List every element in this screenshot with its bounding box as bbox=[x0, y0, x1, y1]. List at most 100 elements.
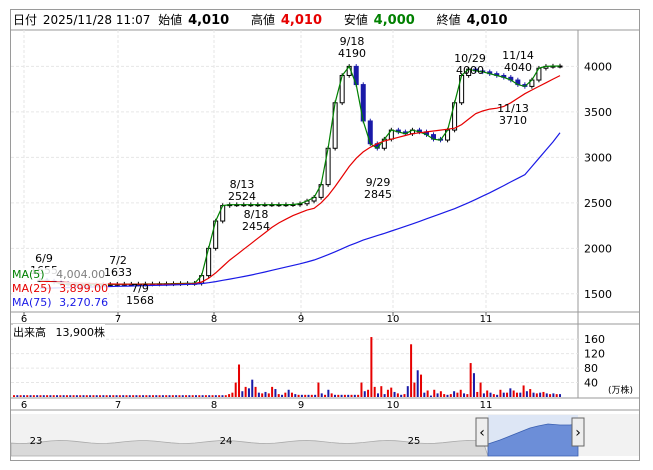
volume-bar bbox=[350, 394, 353, 397]
volume-bar bbox=[19, 395, 22, 397]
volume-bar bbox=[377, 393, 379, 397]
volume-bar bbox=[287, 389, 290, 397]
volume-bar bbox=[310, 394, 313, 397]
annotation-value: 1633 bbox=[104, 266, 132, 279]
ma25-legend-label: MA(25) bbox=[12, 282, 52, 295]
volume-bar bbox=[539, 392, 542, 397]
volume-bar bbox=[353, 394, 356, 397]
volume-bar bbox=[506, 392, 509, 397]
volume-bar bbox=[456, 392, 459, 397]
volume-bar bbox=[515, 392, 518, 397]
ma25-legend: MA(25) 3,899.00 bbox=[12, 282, 109, 295]
volume-bar bbox=[75, 395, 78, 397]
volume-bar bbox=[85, 395, 88, 397]
ma75-legend-value: 3,270.76 bbox=[59, 296, 109, 309]
volume-bar bbox=[519, 392, 522, 397]
volume-bar bbox=[370, 337, 373, 397]
volume-bar bbox=[42, 395, 45, 397]
volume-bar bbox=[168, 395, 171, 397]
volume-bar bbox=[489, 392, 492, 397]
volume-tick-label: 120 bbox=[584, 348, 605, 361]
volume-bar bbox=[52, 395, 55, 397]
price-tick-label: 3000 bbox=[584, 151, 612, 164]
volume-bar bbox=[198, 395, 201, 397]
volume-bar bbox=[271, 386, 274, 397]
volume-bar bbox=[413, 382, 416, 397]
volume-tick-label: 80 bbox=[584, 362, 598, 375]
volume-tick-label: 160 bbox=[584, 333, 605, 346]
volume-bar bbox=[201, 395, 204, 397]
month-tick-label: 7 bbox=[115, 314, 121, 325]
volume-bar bbox=[69, 395, 72, 397]
annotation-value: 3710 bbox=[499, 114, 527, 127]
ma25-legend-value: 3,899.00 bbox=[59, 282, 109, 295]
volume-bar bbox=[16, 395, 19, 397]
volume-bar bbox=[486, 390, 489, 397]
volume-bar bbox=[122, 395, 125, 397]
volume-bar bbox=[337, 394, 340, 397]
volume-bar bbox=[525, 391, 528, 397]
volume-bar bbox=[62, 395, 65, 397]
volume-bar bbox=[476, 391, 479, 397]
volume-bar bbox=[274, 389, 277, 397]
volume-bar bbox=[79, 395, 82, 397]
price-tick-label: 4000 bbox=[584, 60, 612, 73]
volume-bar bbox=[82, 395, 85, 397]
month-tick-label: 11 bbox=[480, 314, 493, 325]
volume-bar bbox=[347, 394, 350, 397]
volume-month-label: 9 bbox=[298, 400, 304, 411]
volume-bar bbox=[221, 395, 224, 397]
volume-bar bbox=[151, 395, 154, 397]
volume-bar bbox=[466, 394, 469, 397]
price-tick-label: 1500 bbox=[584, 288, 612, 301]
volume-bar bbox=[211, 395, 214, 397]
chevron-right-icon: › bbox=[575, 425, 581, 441]
volume-bar bbox=[307, 394, 310, 397]
volume-bar bbox=[363, 391, 366, 397]
volume-bar bbox=[228, 394, 231, 397]
volume-bar bbox=[463, 393, 466, 397]
price-tick-label: 2000 bbox=[584, 242, 612, 255]
volume-bar bbox=[509, 388, 512, 397]
volume-bar bbox=[502, 392, 505, 397]
volume-bar bbox=[314, 394, 317, 397]
volume-bar bbox=[234, 382, 237, 397]
volume-bar bbox=[294, 394, 297, 397]
annotation-value: 2845 bbox=[364, 188, 392, 201]
volume-bar bbox=[439, 391, 442, 397]
volume-bar bbox=[56, 395, 59, 397]
volume-bar bbox=[433, 389, 436, 397]
volume-bar bbox=[542, 391, 545, 397]
volume-bar bbox=[95, 395, 98, 397]
volume-bar bbox=[559, 394, 561, 397]
price-tick-label: 3500 bbox=[584, 106, 612, 119]
volume-bar bbox=[59, 395, 62, 397]
volume-bar bbox=[247, 388, 250, 397]
volume-bar bbox=[383, 394, 386, 397]
volume-bar bbox=[39, 395, 42, 397]
volume-bar bbox=[72, 395, 75, 397]
price-chart: 150020002500300035004000678910116/916557… bbox=[10, 29, 640, 457]
volume-bar bbox=[499, 389, 502, 397]
volume-bar bbox=[26, 395, 29, 397]
volume-bar bbox=[158, 395, 161, 397]
volume-bar bbox=[277, 394, 280, 397]
ma5-legend-value: 4,004.00 bbox=[56, 268, 106, 281]
volume-bar bbox=[512, 390, 515, 397]
volume-bar bbox=[112, 395, 115, 397]
price-tick-label: 2500 bbox=[584, 197, 612, 210]
volume-title-value: 13,900株 bbox=[55, 326, 106, 339]
volume-bar bbox=[214, 395, 217, 397]
volume-bar bbox=[429, 395, 432, 397]
volume-bar bbox=[532, 392, 535, 397]
volume-bar bbox=[267, 393, 270, 397]
chevron-left-icon: ‹ bbox=[479, 425, 485, 441]
ma5-legend: MA(5) 4,004.00 bbox=[12, 268, 106, 281]
volume-bar bbox=[300, 394, 303, 397]
annotation-value: 2524 bbox=[228, 190, 256, 203]
volume-bar bbox=[386, 389, 389, 397]
volume-month-label: 7 bbox=[115, 400, 121, 411]
volume-bar bbox=[330, 393, 333, 397]
ma75-legend: MA(75) 3,270.76 bbox=[12, 296, 109, 309]
volume-bar bbox=[13, 395, 15, 397]
